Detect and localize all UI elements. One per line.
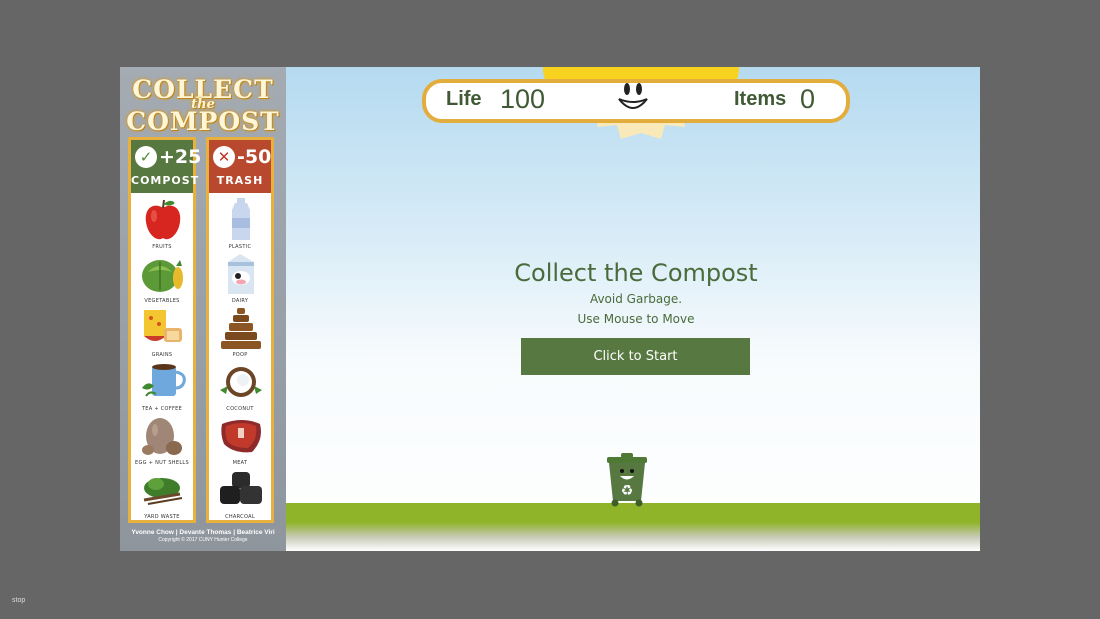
trash-item-dairy: DAIRY	[209, 250, 271, 304]
trash-item-coconut: COCONUT	[209, 358, 271, 412]
compost-item-egg-nut-shells: EGG + NUT SHELLS	[131, 412, 193, 466]
compost-header: ✓ +25 COMPOST	[131, 140, 201, 193]
compost-bin-icon[interactable]: ♻	[601, 453, 653, 507]
mug-icon	[142, 364, 186, 397]
ground	[286, 503, 980, 551]
plastic-bottle-icon	[232, 198, 250, 240]
legend-sidebar: COLLECT the COMPOST ✓ +25 COMPOST FRUITS	[120, 67, 286, 551]
life-value: 100	[500, 84, 546, 114]
lettuce-icon	[142, 260, 183, 292]
credit-copyright: Copyright © 2017 CUNY Hunter College	[158, 537, 248, 543]
items-value: 0	[800, 84, 816, 114]
egg-icon	[142, 418, 182, 455]
trash-item-poop: POOP	[209, 304, 271, 358]
trash-header: ✕ -50 TRASH	[209, 140, 271, 193]
items-label: Items	[734, 88, 787, 110]
trash-item-charcoal: CHARCOAL	[209, 466, 271, 520]
credits: Yvonne Chow | Devante Thomas | Beatrice …	[120, 529, 286, 543]
instruction-avoid: Avoid Garbage.	[589, 292, 683, 306]
compost-column: ✓ +25 COMPOST FRUITS VEGETABLES GRAINS T…	[128, 137, 201, 523]
compost-score: +25	[159, 146, 202, 168]
credit-names: Yvonne Chow | Devante Thomas | Beatrice …	[131, 529, 275, 536]
compost-item-tea-coffee: TEA + COFFEE	[131, 358, 193, 412]
compost-item-grains: GRAINS	[131, 304, 193, 358]
charcoal-icon	[220, 472, 262, 504]
compost-item-fruits: FRUITS	[131, 196, 193, 250]
trash-item-plastic: PLASTIC	[209, 196, 271, 250]
coconut-icon	[220, 367, 262, 397]
steak-icon	[221, 420, 261, 453]
milk-carton-icon	[228, 254, 254, 294]
check-icon: ✓	[135, 146, 157, 168]
life-label: Life	[446, 88, 482, 110]
trash-label: TRASH	[216, 174, 264, 187]
compost-item-label: YARD WASTE	[144, 514, 180, 520]
trash-score: -50	[237, 146, 272, 168]
sun-face-icon	[618, 83, 648, 109]
trash-item-label: CHARCOAL	[225, 514, 255, 520]
trash-item-meat: MEAT	[209, 412, 271, 466]
game-frame: COLLECT the COMPOST ✓ +25 COMPOST FRUITS	[120, 67, 980, 551]
svg-text:♻: ♻	[621, 483, 634, 499]
compost-item-yard-waste: YARD WASTE	[131, 466, 193, 520]
play-area[interactable]: Life 100 Items 0 Collect the Compost Avo…	[286, 67, 980, 551]
stop-link[interactable]: stop	[12, 597, 25, 604]
x-icon: ✕	[213, 146, 235, 168]
instruction-mouse: Use Mouse to Move	[577, 312, 695, 326]
compost-item-vegetables: VEGETABLES	[131, 250, 193, 304]
logo-title-compost: COMPOST	[126, 107, 280, 136]
yard-waste-icon	[143, 478, 183, 505]
poop-icon	[221, 308, 261, 349]
grains-icon	[144, 310, 182, 342]
apple-icon	[145, 199, 181, 240]
compost-label: COMPOST	[131, 174, 200, 187]
start-button[interactable]: Click to Start	[521, 338, 750, 375]
trash-column: ✕ -50 TRASH PLASTIC DAIRY POOP COCONUT M…	[206, 137, 274, 523]
game-title: Collect the Compost	[514, 259, 758, 287]
